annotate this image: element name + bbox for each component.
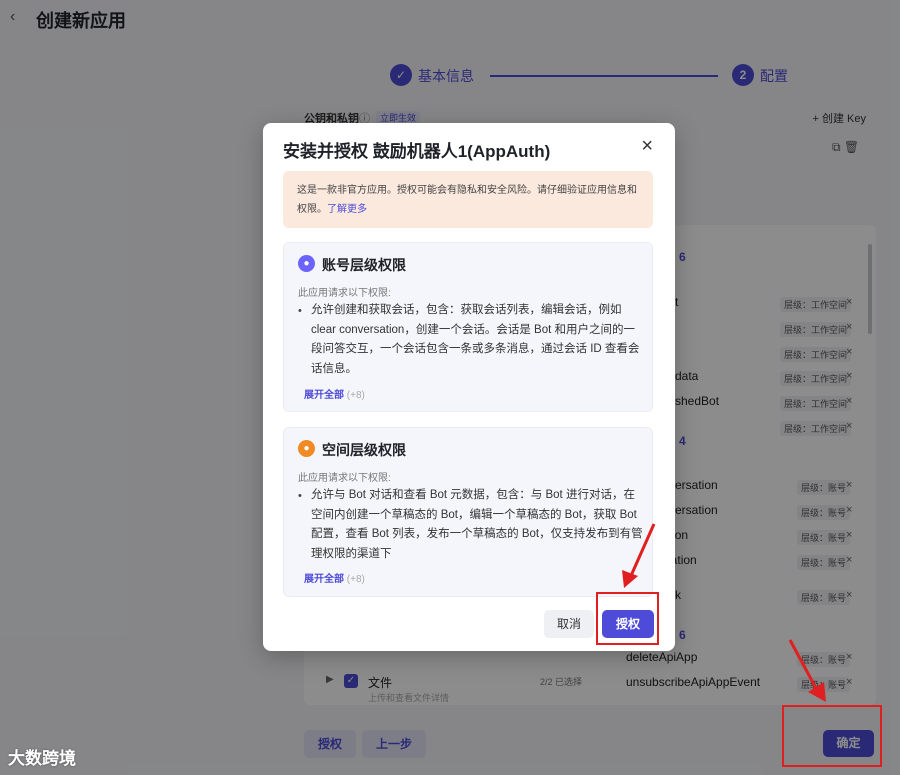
learn-more-link[interactable]: 了解更多	[327, 204, 367, 215]
bullet-icon: •	[298, 305, 302, 317]
close-icon[interactable]: ×	[641, 135, 653, 158]
authorize-modal: 安装并授权 鼓励机器人1(AppAuth) × 这是一款非官方应用。授权可能会有…	[263, 123, 675, 651]
expand-all-count: (+8)	[346, 574, 365, 585]
user-icon: ●	[298, 255, 315, 272]
expand-all-label: 展开全部	[304, 574, 344, 585]
cancel-button[interactable]: 取消	[544, 610, 594, 638]
team-icon: ●	[298, 440, 315, 457]
highlight-box	[782, 705, 882, 767]
expand-all-link[interactable]: 展开全部 (+8)	[304, 386, 365, 401]
warning-banner: 这是一款非官方应用。授权可能会有隐私和安全风险。请仔细验证应用信息和权限。了解更…	[283, 171, 653, 228]
card-title: 账号层级权限	[322, 257, 406, 273]
expand-all-count: (+8)	[346, 390, 365, 401]
permission-description: 允许创建和获取会话，包含：获取会话列表，编辑会话，例如 clear conver…	[311, 304, 640, 375]
watermark: 大数跨境	[8, 749, 76, 768]
card-title: 空间层级权限	[322, 442, 406, 458]
permission-description: 允许与 Bot 对话和查看 Bot 元数据，包含：与 Bot 进行对话，在空间内…	[311, 489, 643, 560]
highlight-box	[596, 592, 659, 645]
expand-all-link[interactable]: 展开全部 (+8)	[304, 570, 365, 585]
account-permission-card: ● 账号层级权限 此应用请求以下权限: • 允许创建和获取会话，包含：获取会话列…	[283, 242, 653, 412]
modal-title: 安装并授权 鼓励机器人1(AppAuth)	[283, 142, 551, 161]
space-permission-card: ● 空间层级权限 此应用请求以下权限: • 允许与 Bot 对话和查看 Bot …	[283, 427, 653, 597]
card-subtitle: 此应用请求以下权限:	[298, 288, 391, 299]
card-subtitle: 此应用请求以下权限:	[298, 473, 391, 484]
bullet-icon: •	[298, 490, 302, 502]
expand-all-label: 展开全部	[304, 390, 344, 401]
